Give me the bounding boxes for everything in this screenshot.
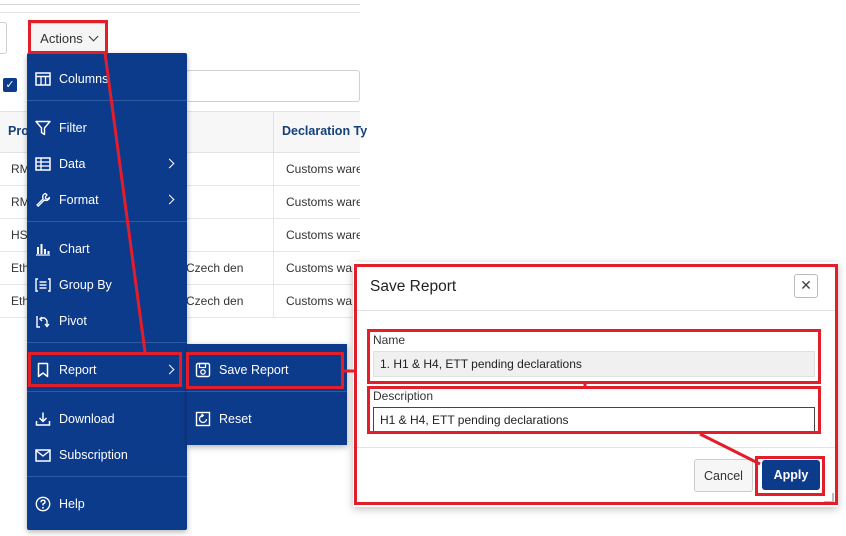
connector-actions-report xyxy=(103,52,147,353)
highlight-save-report-item xyxy=(186,352,344,389)
highlight-apply-button xyxy=(755,456,825,496)
highlight-description-field xyxy=(367,386,821,434)
highlight-actions-button xyxy=(28,20,108,54)
highlight-name-field xyxy=(367,329,821,384)
highlight-report-item xyxy=(28,352,182,387)
